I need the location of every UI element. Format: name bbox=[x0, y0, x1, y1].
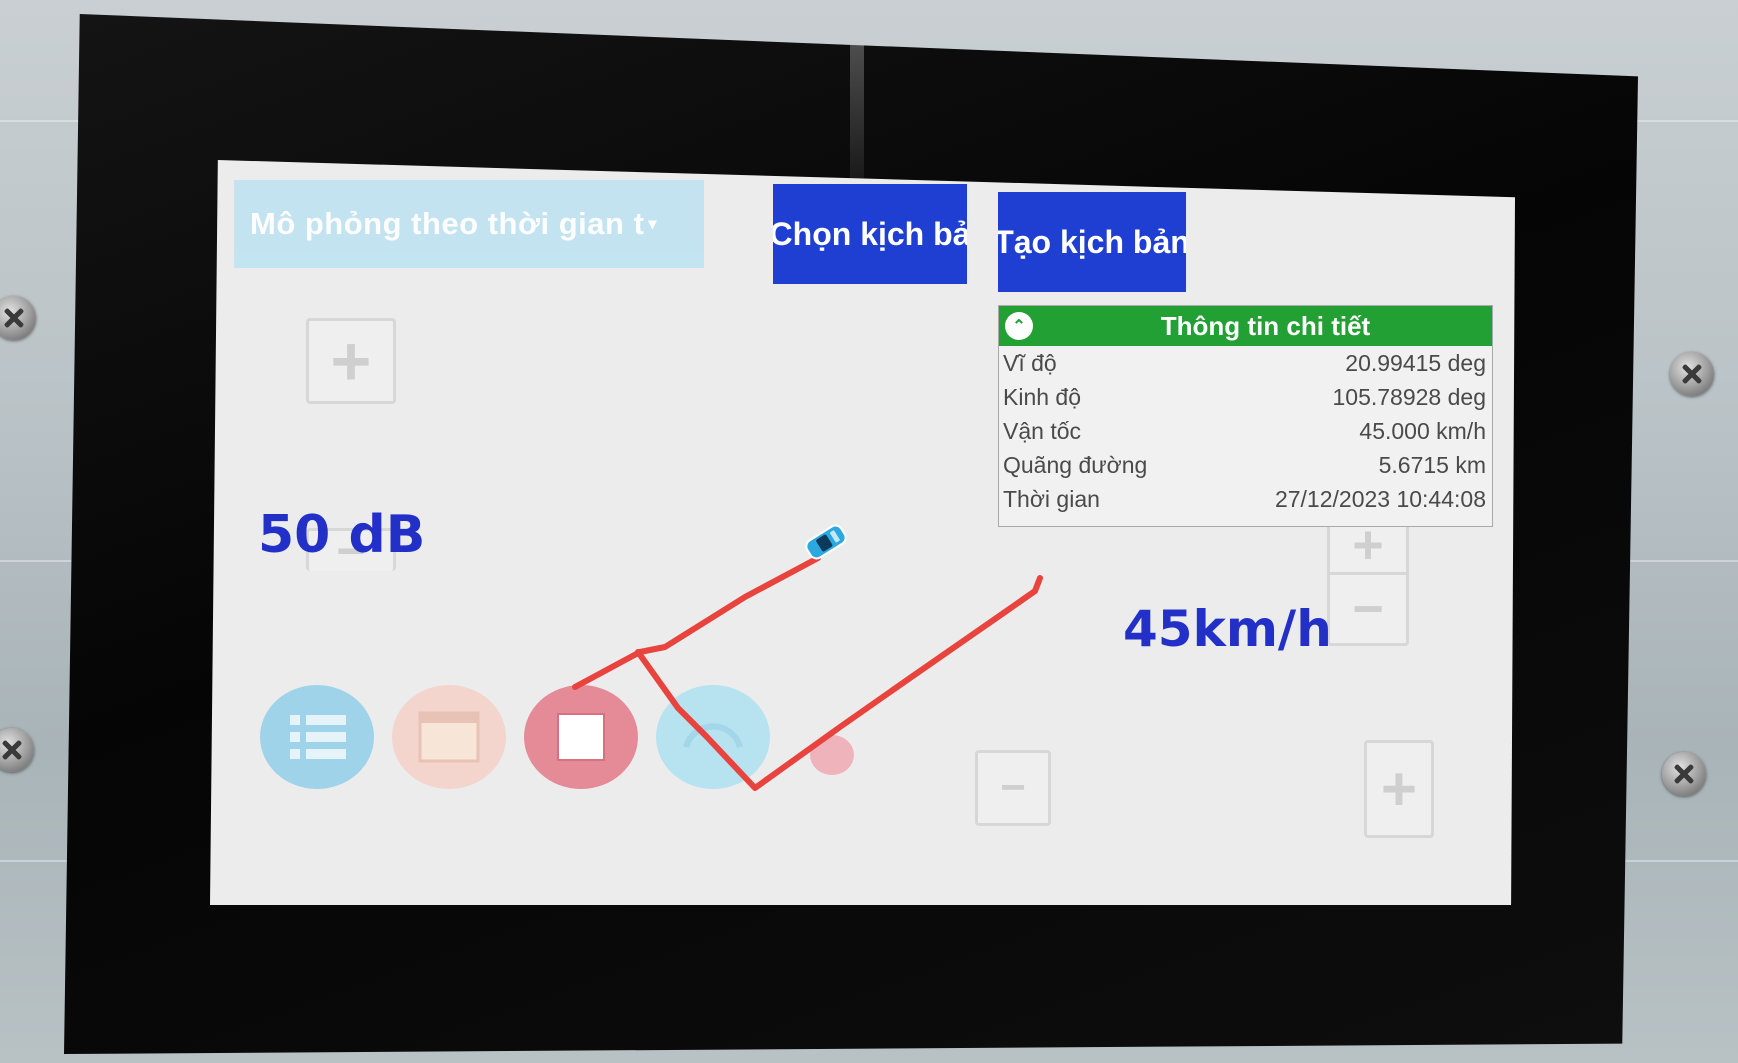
hmi-screen: Mô phỏng theo thời gian t ▾ Chọn kịch bả… bbox=[210, 160, 1515, 905]
route-track-branch bbox=[635, 575, 1043, 791]
car-icon bbox=[805, 524, 847, 560]
route-track bbox=[572, 555, 821, 690]
screw-icon bbox=[0, 296, 36, 340]
route-map bbox=[572, 524, 1043, 791]
screw-icon bbox=[0, 728, 34, 772]
screw-icon bbox=[1670, 352, 1714, 396]
screw-icon bbox=[1662, 752, 1706, 796]
